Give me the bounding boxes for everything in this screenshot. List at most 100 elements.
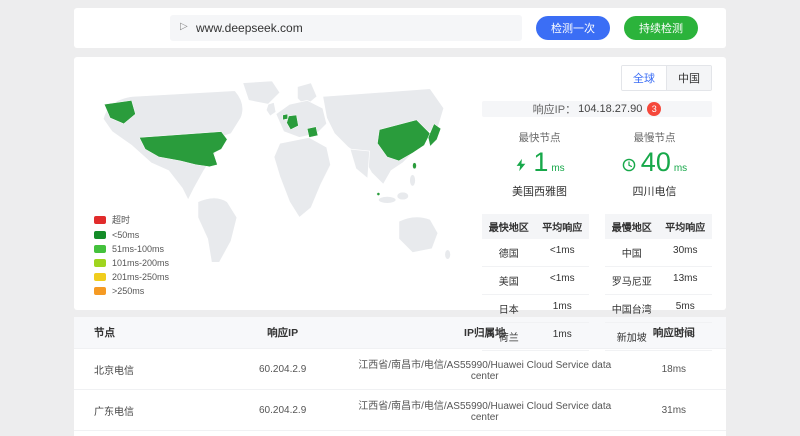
response-ip-bar: 响应IP： 104.18.27.90 3 xyxy=(482,101,712,117)
stats-panel: 全球 中国 响应IP： 104.18.27.90 3 最快节点 1 xyxy=(466,65,712,300)
legend-label: >250ms xyxy=(112,286,144,296)
fastest-node-value: 1 xyxy=(533,149,548,176)
node-ip: 60.204.2.9 xyxy=(217,431,347,436)
fastest-node-location: 美国西雅图 xyxy=(482,183,597,199)
continuous-check-button[interactable]: 持续检测 xyxy=(624,16,698,40)
landmass-borneo xyxy=(397,192,409,200)
region-latency: 30ms xyxy=(659,245,713,260)
region-latency: 5ms xyxy=(659,301,713,316)
landmass-africa xyxy=(274,137,331,217)
region-name: 德国 xyxy=(482,245,536,260)
legend-label: 超时 xyxy=(112,213,130,226)
region-row: 中国 30ms xyxy=(605,239,712,267)
slowest-node-title: 最慢节点 xyxy=(597,130,712,145)
region-latency: <1ms xyxy=(536,273,590,288)
region-row: 罗马尼亚 13ms xyxy=(605,267,712,295)
node-ip: 60.204.2.9 xyxy=(217,349,347,390)
node-location: 江西省/南昌市/电信/AS55990/Huawei Cloud Service … xyxy=(348,349,622,390)
legend-item: 超时 xyxy=(94,213,169,226)
landmass-australia xyxy=(399,217,438,253)
legend-swatch xyxy=(94,216,106,224)
fastest-node-title: 最快节点 xyxy=(482,130,597,145)
region-latency: 1ms xyxy=(536,329,590,344)
node-location: 江西省/南昌市/电信/AS55990/Huawei Cloud Service … xyxy=(348,390,622,431)
page: ▷ 检测一次 持续检测 xyxy=(74,0,726,436)
response-ip-label: 响应IP： xyxy=(533,101,576,117)
legend-swatch xyxy=(94,287,106,295)
landmass-greenland xyxy=(243,81,280,104)
node-time: 31ms xyxy=(622,390,726,431)
region-name: 中国台湾 xyxy=(605,301,659,316)
country-singapore xyxy=(377,192,380,195)
region-name: 美国 xyxy=(482,273,536,288)
response-ip-value: 104.18.27.90 xyxy=(578,103,642,115)
search-bar-card: ▷ 检测一次 持续检测 xyxy=(74,8,726,48)
landmass-south-america xyxy=(198,198,237,262)
legend-swatch xyxy=(94,273,106,281)
country-romania xyxy=(307,127,318,138)
legend-item: >250ms xyxy=(94,286,169,296)
slowest-node-stat: 最慢节点 40 ms 四川电信 xyxy=(597,130,712,199)
play-icon: ▷ xyxy=(180,21,188,32)
column-header-node: 节点 xyxy=(74,317,217,349)
url-input-wrap: ▷ xyxy=(170,15,522,41)
check-once-button[interactable]: 检测一次 xyxy=(536,16,610,40)
node-name: 河北电信 xyxy=(74,431,217,436)
lightning-icon xyxy=(514,158,528,172)
region-name: 日本 xyxy=(482,301,536,316)
landmass-india xyxy=(350,149,370,178)
table-row: 河北电信 60.204.2.9 江西省/南昌市/电信/AS55990/Huawe… xyxy=(74,431,726,436)
legend-swatch xyxy=(94,259,106,267)
region-name: 罗马尼亚 xyxy=(605,273,659,288)
region-row: 德国 <1ms xyxy=(482,239,589,267)
slowest-node-unit: ms xyxy=(674,163,687,174)
region-latency: 13ms xyxy=(659,273,713,288)
scope-tabs: 全球 中国 xyxy=(621,65,712,91)
table-row: 广东电信 60.204.2.9 江西省/南昌市/电信/AS55990/Huawe… xyxy=(74,390,726,431)
legend-item: 51ms-100ms xyxy=(94,244,169,254)
column-header: 最快地区 xyxy=(482,219,536,234)
clock-icon xyxy=(622,158,636,172)
fastest-node-unit: ms xyxy=(551,163,564,174)
region-name: 中国 xyxy=(605,245,659,260)
legend-item: 101ms-200ms xyxy=(94,258,169,268)
region-name: 新加坡 xyxy=(605,329,659,344)
legend-swatch xyxy=(94,231,106,239)
node-time: 18ms xyxy=(622,349,726,390)
landmass-indonesia xyxy=(378,196,396,203)
landmass-new-zealand xyxy=(445,250,451,260)
legend-swatch xyxy=(94,245,106,253)
tab-global[interactable]: 全球 xyxy=(622,66,666,90)
result-card: 超时 <50ms 51ms-100ms 101ms-200ms 201ms-25… xyxy=(74,57,726,310)
country-taiwan xyxy=(413,163,417,169)
region-row: 中国台湾 5ms xyxy=(605,295,712,323)
column-header-ip: 响应IP xyxy=(217,317,347,349)
region-latency: 1ms xyxy=(536,301,590,316)
fastest-node-stat: 最快节点 1 ms 美国西雅图 xyxy=(482,130,597,199)
node-name: 广东电信 xyxy=(74,390,217,431)
ip-count-badge[interactable]: 3 xyxy=(647,102,661,116)
legend-label: 201ms-250ms xyxy=(112,272,169,282)
node-time: 23ms xyxy=(622,431,726,436)
node-location: 江西省/南昌市/电信/AS55990/Huawei Cloud Service … xyxy=(348,431,622,436)
legend-label: 51ms-100ms xyxy=(112,244,164,254)
slowest-node-location: 四川电信 xyxy=(597,183,712,199)
world-map-area: 超时 <50ms 51ms-100ms 101ms-200ms 201ms-25… xyxy=(88,65,466,300)
url-input[interactable] xyxy=(170,15,522,41)
legend-label: 101ms-200ms xyxy=(112,258,169,268)
slowest-node-value: 40 xyxy=(641,149,671,176)
node-name: 北京电信 xyxy=(74,349,217,390)
table-row: 北京电信 60.204.2.9 江西省/南昌市/电信/AS55990/Huawe… xyxy=(74,349,726,390)
country-netherlands xyxy=(283,114,288,120)
node-ip: 60.204.2.9 xyxy=(217,390,347,431)
region-row: 美国 <1ms xyxy=(482,267,589,295)
legend-item: <50ms xyxy=(94,230,169,240)
legend-label: <50ms xyxy=(112,230,139,240)
tab-china[interactable]: 中国 xyxy=(666,66,711,90)
landmass-philippines xyxy=(410,175,416,187)
legend-item: 201ms-250ms xyxy=(94,272,169,282)
column-header: 平均响应 xyxy=(659,219,713,234)
column-header: 最慢地区 xyxy=(605,219,659,234)
column-header: 平均响应 xyxy=(536,219,590,234)
region-latency: <1ms xyxy=(536,245,590,260)
